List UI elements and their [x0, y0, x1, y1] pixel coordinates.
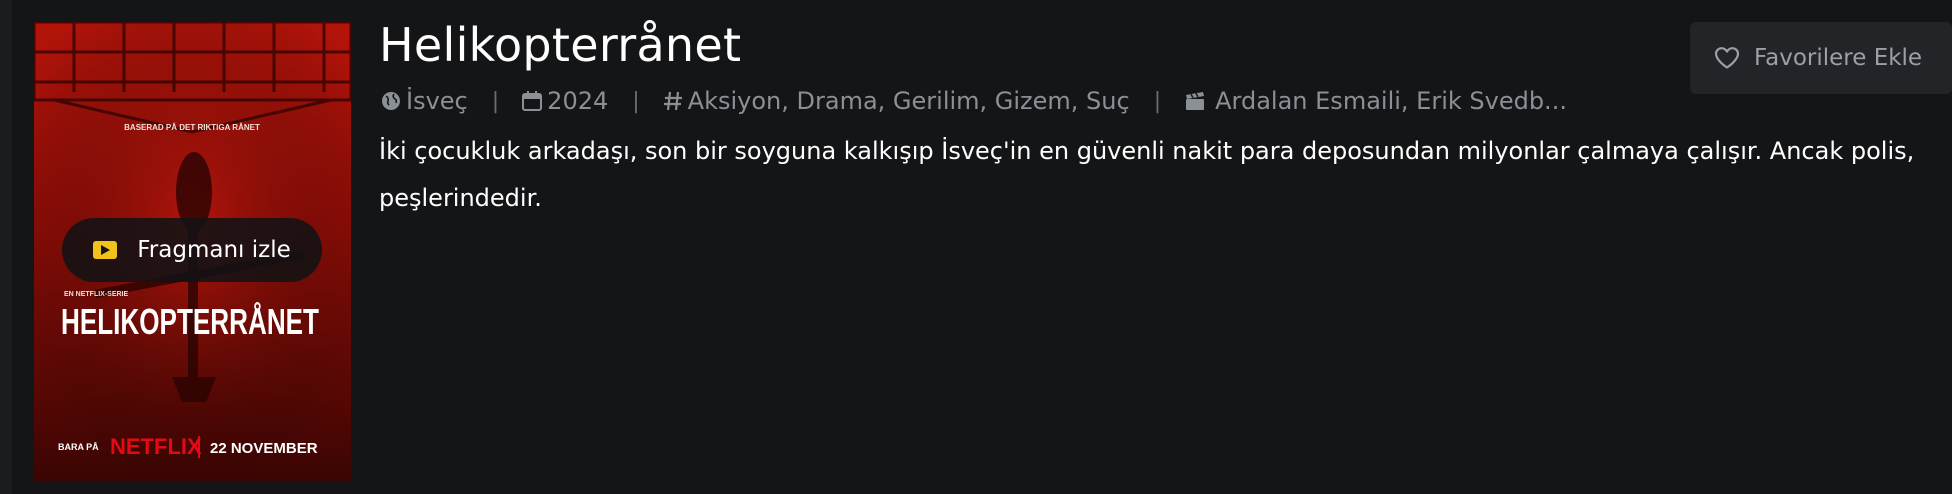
hash-icon [663, 91, 682, 111]
poster-netflix-logo: NETFLIX [110, 434, 202, 459]
poster-prefix: BARA PÅ [58, 442, 99, 452]
watch-trailer-label: Fragmanı izle [137, 237, 291, 263]
clapperboard-icon [1186, 92, 1205, 110]
meta-country[interactable]: İsveç [380, 87, 468, 115]
globe-icon [382, 92, 400, 110]
heart-icon [1714, 47, 1740, 69]
movie-title: Helikopterrånet [379, 18, 742, 72]
poster-title-art: HELIKOPTERRÅNET [61, 301, 319, 342]
description-line: peşlerindedir. [379, 184, 542, 212]
cast-label: Ardalan Esmaili, Erik Svedb... [1215, 87, 1567, 115]
movie-description: İki çocukluk arkadaşı, son bir soyguna k… [379, 128, 1952, 222]
calendar-icon [522, 91, 543, 111]
year-label: 2024 [547, 87, 609, 115]
meta-cast[interactable]: Ardalan Esmaili, Erik Svedb... [1183, 87, 1567, 115]
poster-date: 22 NOVEMBER [210, 440, 318, 457]
description-line: İki çocukluk arkadaşı, son bir soyguna k… [379, 137, 1915, 165]
meta-separator: | [491, 88, 500, 114]
add-to-favorites-label: Favorilere Ekle [1754, 45, 1923, 71]
poster-kicker: EN NETFLIX-SERIE [64, 291, 129, 298]
meta-genres[interactable]: Aksiyon, Drama, Gerilim, Gizem, Suç [662, 87, 1130, 115]
meta-separator: | [632, 88, 640, 114]
meta-year[interactable]: 2024 [521, 87, 608, 115]
country-label: İsveç [406, 87, 468, 115]
poster-tagline: BASERAD PÅ DET RIKTIGA RÅNET [124, 123, 260, 132]
meta-separator: | [1153, 88, 1162, 114]
genres-label: Aksiyon, Drama, Gerilim, Gizem, Suç [687, 87, 1130, 115]
meta-row: İsveç | 2024 | Aksiyon, Drama, Gerilim, … [380, 84, 1567, 118]
add-to-favorites-button[interactable]: Favorilere Ekle [1690, 22, 1952, 94]
play-icon [93, 241, 118, 259]
watch-trailer-button[interactable]: Fragmanı izle [62, 218, 322, 282]
